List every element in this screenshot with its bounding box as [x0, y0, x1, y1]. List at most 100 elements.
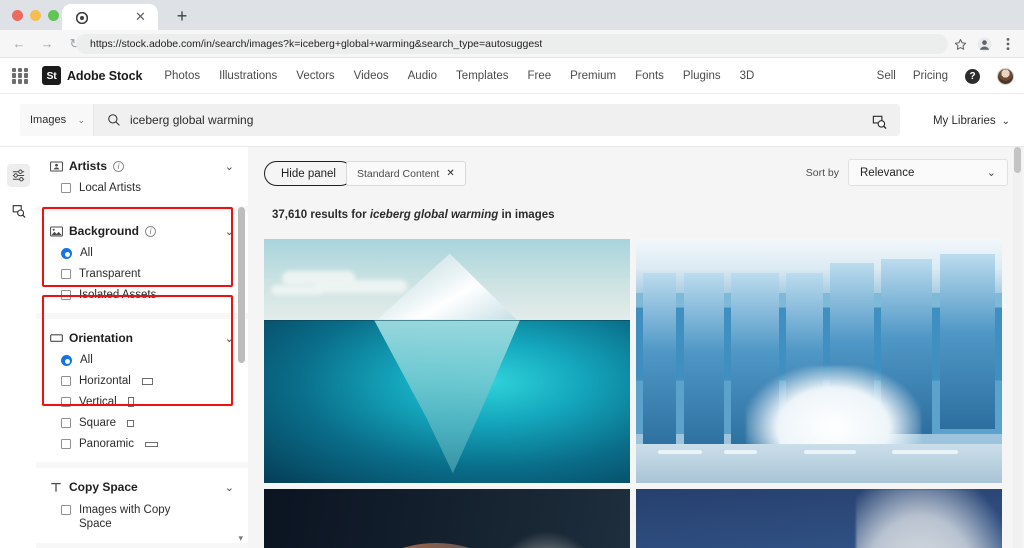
app-grid-icon[interactable]	[12, 67, 28, 84]
avatar[interactable]	[997, 67, 1014, 85]
result-thumbnail-iceberg-above-and-below-water[interactable]	[264, 239, 630, 483]
filter-option-background-all[interactable]: All	[50, 247, 234, 259]
checkbox[interactable]	[61, 505, 71, 515]
nav-link-audio[interactable]: Audio	[408, 70, 437, 82]
result-thumbnail-blue-sky-with-clouds[interactable]	[636, 489, 1002, 548]
nav-link-premium[interactable]: Premium	[570, 70, 616, 82]
browser-tab[interactable]: ✕	[62, 4, 158, 30]
nav-link-templates[interactable]: Templates	[456, 70, 508, 82]
checkbox[interactable]	[61, 376, 71, 386]
result-thumbnail-glacier-calving-into-sea[interactable]	[636, 239, 1002, 483]
nav-link-free[interactable]: Free	[527, 70, 551, 82]
filter-option-local-artists[interactable]: Local Artists	[50, 182, 234, 194]
results-count-suffix: in images	[498, 209, 555, 221]
sort-by-value: Relevance	[860, 166, 915, 179]
search-icon	[107, 113, 121, 127]
filter-chip-label: Standard Content	[357, 167, 440, 180]
ice-floe	[804, 449, 856, 454]
checkbox[interactable]	[61, 183, 71, 193]
browser-window: ✕ + ← → ↻ https://stock.adobe.com/in/sea…	[0, 0, 1024, 548]
minimize-window-button[interactable]	[30, 10, 41, 21]
new-tab-button[interactable]: +	[172, 7, 192, 27]
sort-by-select[interactable]: Relevance ⌄	[848, 159, 1008, 186]
sidebar-scrollbar-thumb[interactable]	[238, 207, 245, 363]
browser-toolbar: ← → ↻ https://stock.adobe.com/in/search/…	[0, 30, 1024, 58]
nav-link-plugins[interactable]: Plugins	[683, 70, 721, 82]
filter-option-images-with-copy-space[interactable]: Images with Copy Space	[50, 503, 234, 531]
site-global-nav: St Adobe Stock Photos Illustrations Vect…	[0, 58, 1024, 94]
asset-type-select[interactable]: Images ⌄	[20, 104, 94, 136]
info-icon[interactable]: i	[145, 225, 157, 237]
text-t-icon	[50, 482, 63, 493]
visual-search-icon[interactable]	[7, 199, 30, 222]
window-controls	[12, 10, 59, 21]
address-bar[interactable]: https://stock.adobe.com/in/search/images…	[76, 34, 948, 54]
nav-link-pricing[interactable]: Pricing	[913, 70, 948, 82]
filter-option-label: Transparent	[79, 268, 141, 280]
filter-group-background-header[interactable]: Background i ⌄	[50, 224, 234, 238]
results-row	[264, 239, 1008, 483]
nav-link-illustrations[interactable]: Illustrations	[219, 70, 277, 82]
nav-link-videos[interactable]: Videos	[354, 70, 389, 82]
nav-link-fonts[interactable]: Fonts	[635, 70, 664, 82]
sidebar-scrollbar[interactable]	[238, 149, 245, 544]
checkbox[interactable]	[61, 439, 71, 449]
results-scrollbar-thumb[interactable]	[1014, 147, 1021, 173]
info-icon[interactable]: i	[113, 160, 125, 172]
close-tab-button[interactable]: ✕	[133, 9, 148, 24]
filter-group-copy-space-header[interactable]: Copy Space ⌄	[50, 480, 234, 494]
scroll-down-arrow-icon[interactable]: ▾	[238, 533, 243, 544]
close-icon[interactable]: ✕	[446, 168, 454, 179]
checkbox[interactable]	[61, 397, 71, 407]
help-icon[interactable]: ?	[965, 68, 980, 84]
browser-tabstrip: ✕ +	[0, 0, 1024, 30]
filter-option-label: Isolated Assets	[79, 289, 157, 301]
nav-link-photos[interactable]: Photos	[164, 70, 200, 82]
hide-panel-button[interactable]: Hide panel	[264, 161, 353, 186]
result-thumbnail-earth-half-desert-half-ice[interactable]	[264, 489, 630, 548]
toolbar-actions	[950, 34, 1018, 54]
filter-option-isolated-assets[interactable]: Isolated Assets	[50, 289, 234, 301]
filter-chip-standard-content[interactable]: Standard Content ✕	[346, 161, 466, 186]
results-count: 37,610 results for iceberg global warmin…	[272, 209, 555, 221]
radio-selected[interactable]	[61, 354, 72, 366]
back-button[interactable]: ←	[8, 33, 30, 55]
checkbox[interactable]	[61, 269, 71, 279]
filter-option-vertical[interactable]: Vertical	[50, 396, 234, 408]
nav-link-sell[interactable]: Sell	[877, 70, 896, 82]
filter-group-orientation-title: Orientation	[69, 331, 134, 345]
star-icon[interactable]	[950, 34, 970, 54]
profile-icon[interactable]	[974, 34, 994, 54]
nav-link-vectors[interactable]: Vectors	[296, 70, 334, 82]
filter-sidebar: Artists i ⌄ Local Artists Background i ⌄…	[36, 147, 248, 548]
filter-option-panoramic[interactable]: Panoramic	[50, 438, 234, 450]
search-bar-row: Images ⌄ iceberg global warming My Libra…	[0, 95, 1024, 147]
smoke-plume	[490, 532, 616, 548]
filter-group-orientation-header[interactable]: Orientation ⌄	[50, 331, 234, 345]
forward-button[interactable]: →	[36, 33, 58, 55]
filter-option-label: Square	[79, 417, 117, 429]
adobe-stock-logo[interactable]: St Adobe Stock	[42, 66, 142, 85]
filter-option-transparent[interactable]: Transparent	[50, 268, 234, 280]
kebab-menu-icon[interactable]	[998, 34, 1018, 54]
filters-sliders-icon[interactable]	[7, 164, 30, 187]
visual-search-icon[interactable]	[871, 113, 888, 130]
nav-link-3d[interactable]: 3D	[740, 70, 755, 82]
filter-group-artists-header[interactable]: Artists i ⌄	[50, 159, 234, 173]
results-scrollbar[interactable]	[1013, 147, 1022, 548]
close-window-button[interactable]	[12, 10, 23, 21]
my-libraries-label: My Libraries	[932, 115, 996, 127]
filter-group-artists-title: Artists	[69, 159, 108, 173]
filter-option-square[interactable]: Square	[50, 417, 234, 429]
filter-group-artists: Artists i ⌄ Local Artists	[36, 147, 248, 206]
filter-option-horizontal[interactable]: Horizontal	[50, 375, 234, 387]
checkbox[interactable]	[61, 418, 71, 428]
ice-column	[643, 273, 677, 449]
filter-option-orientation-all[interactable]: All	[50, 354, 234, 366]
search-input[interactable]: iceberg global warming	[130, 113, 253, 127]
maximize-window-button[interactable]	[48, 10, 59, 21]
thumbnail-art	[636, 489, 1002, 548]
my-libraries-button[interactable]: My Libraries ⌄	[933, 95, 1010, 147]
checkbox[interactable]	[61, 290, 71, 300]
radio-selected[interactable]	[61, 247, 72, 259]
